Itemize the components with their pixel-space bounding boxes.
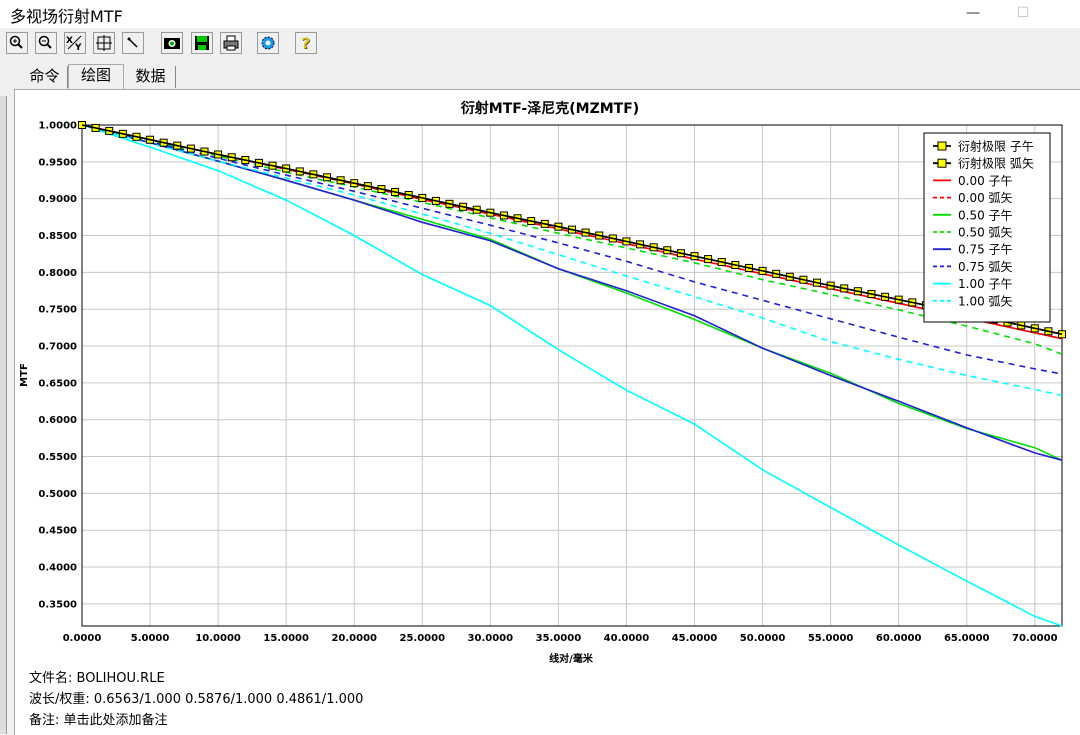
legend-marker: [937, 158, 947, 168]
y-tick-label: 0.8500: [38, 231, 77, 242]
series-line: [81, 124, 1063, 397]
grid-lines: [82, 125, 1062, 626]
x-tick-label: 0.0000: [63, 633, 102, 644]
fit-icon[interactable]: [93, 32, 115, 54]
pen-icon[interactable]: [122, 32, 144, 54]
xy-icon[interactable]: XY: [64, 32, 86, 54]
x-tick-label: 15.0000: [263, 633, 309, 644]
legend-label: 衍射极限 弧矢: [958, 156, 1034, 171]
y-tick-label: 1.0000: [38, 121, 77, 132]
y-tick-label: 0.9500: [38, 157, 77, 168]
x-tick-label: 5.0000: [131, 633, 170, 644]
toolbar: XY ??: [0, 28, 1080, 62]
legend-label: 0.75 弧矢: [958, 260, 1013, 274]
y-tick-label: 0.7000: [38, 342, 77, 353]
y-tick-labels: 1.0000 0.9500 0.9000 0.8500 0.8000 0.7500 0.70…: [38, 121, 77, 611]
y-tick-label: 0.6500: [38, 378, 77, 389]
y-tick-label: 0.6000: [38, 415, 77, 426]
legend-label: 0.50 子午: [958, 208, 1013, 222]
x-tick-label: 60.0000: [876, 633, 922, 644]
filename-text: 文件名: BOLIHOU.RLE: [29, 671, 165, 686]
series-line: [81, 124, 1063, 375]
print-icon[interactable]: [220, 32, 242, 54]
series-line: [81, 124, 1063, 335]
tab-plot[interactable]: 绘图: [68, 64, 124, 90]
x-tick-label: 65.0000: [944, 633, 990, 644]
svg-text:Y: Y: [74, 43, 82, 53]
legend-label: 0.00 子午: [958, 174, 1013, 188]
x-tick-label: 30.0000: [468, 633, 514, 644]
legend: 衍射极限 子午衍射极限 弧矢 0.00 子午 0.00 弧矢 0.50 子午 0.50 …: [923, 132, 1051, 323]
legend-label: 衍射极限 子午: [958, 139, 1034, 154]
y-tick-label: 0.4500: [38, 526, 77, 537]
tab-bar: 命令 绘图 数据: [0, 64, 1080, 90]
x-tick-label: 20.0000: [331, 633, 377, 644]
x-tick-label: 70.0000: [1012, 633, 1058, 644]
legend-label: 0.50 弧矢: [958, 226, 1013, 240]
x-tick-labels: 0.0000 5.0000 10.0000 15.0000 20.0000 25.0000…: [63, 633, 1058, 644]
chart-title: 衍射MTF-泽尼克(MZMTF): [460, 100, 639, 117]
note-text[interactable]: 备注: 单击此处添加备注: [29, 709, 168, 728]
save-icon[interactable]: [191, 32, 213, 54]
zoom-in-icon[interactable]: [6, 32, 28, 54]
camera-icon[interactable]: [161, 32, 183, 54]
legend-label: 1.00 弧矢: [958, 294, 1013, 308]
y-tick-label: 0.5000: [38, 489, 77, 500]
y-axis-label: MTF: [19, 363, 30, 387]
x-axis-title: 线对/毫米: [549, 652, 594, 665]
x-tick-label: 50.0000: [740, 633, 786, 644]
left-scroll-edge: [0, 96, 7, 734]
tab-command[interactable]: 命令: [22, 66, 68, 88]
help-icon[interactable]: ??: [295, 32, 317, 54]
y-tick-label: 0.5500: [38, 452, 77, 463]
title-bar: 多视场衍射MTF — ☐: [0, 0, 1080, 28]
x-tick-label: 40.0000: [604, 633, 650, 644]
tab-data[interactable]: 数据: [126, 66, 176, 88]
series-line: [81, 124, 1063, 627]
wavelength-text: 波长/权重: 0.6563/1.000 0.5876/1.000 0.4861/…: [29, 692, 364, 707]
plot-panel: 衍射MTF-泽尼克(MZMTF) 1.0000 0.9500 0.9000 0.850…: [14, 89, 1080, 735]
window-title: 多视场衍射MTF: [10, 7, 123, 26]
x-tick-label: 55.0000: [808, 633, 854, 644]
y-tick-label: 0.9000: [38, 194, 77, 205]
plot-frame: [81, 124, 1063, 627]
series-lines: [78, 121, 1066, 627]
zoom-out-icon[interactable]: [35, 32, 57, 54]
x-tick-label: 45.0000: [672, 633, 718, 644]
legend-label: 0.00 弧矢: [958, 191, 1013, 205]
legend-label: 0.75 子午: [958, 243, 1013, 257]
settings-icon[interactable]: [257, 32, 279, 54]
mtf-chart: 衍射MTF-泽尼克(MZMTF) 1.0000 0.9500 0.9000 0.850…: [19, 100, 1066, 644]
x-tick-label: 25.0000: [400, 633, 446, 644]
minimize-button[interactable]: —: [950, 2, 996, 26]
y-tick-label: 0.3500: [38, 599, 77, 610]
y-tick-label: 0.7500: [38, 305, 77, 316]
x-tick-label: 35.0000: [536, 633, 582, 644]
y-tick-label: 0.4000: [38, 563, 77, 574]
y-tick-label: 0.8000: [38, 268, 77, 279]
maximize-button[interactable]: ☐: [1000, 2, 1046, 26]
x-tick-label: 10.0000: [195, 633, 241, 644]
x-axis-label-strip: 线对/毫米: [549, 652, 594, 665]
legend-marker: [937, 141, 947, 151]
svg-text:?: ?: [302, 35, 311, 53]
legend-label: 1.00 子午: [958, 277, 1013, 291]
